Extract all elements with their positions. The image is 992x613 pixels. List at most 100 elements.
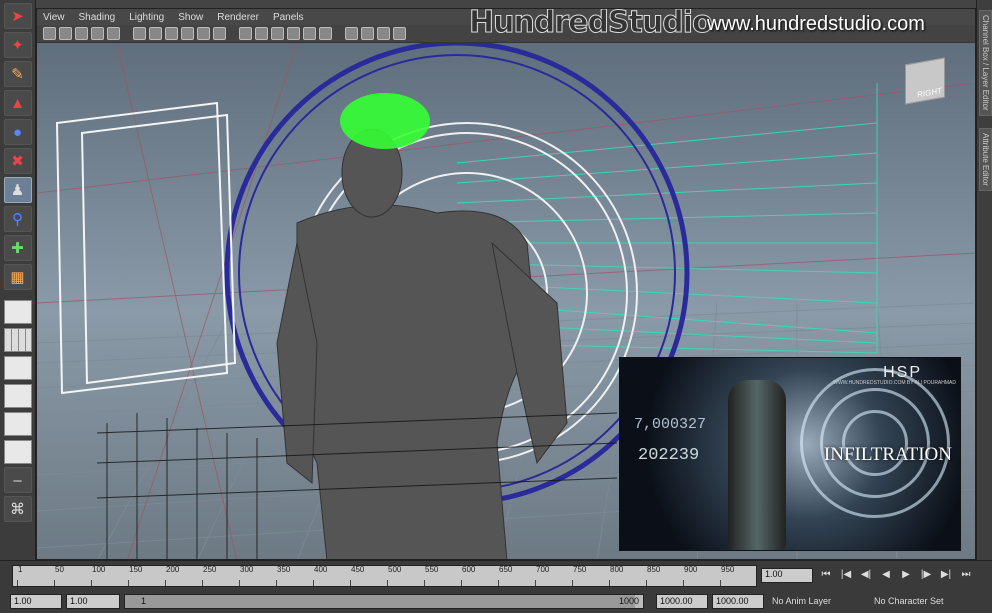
gate-mask-icon[interactable] <box>165 27 178 40</box>
play-forward-icon[interactable]: ▶ <box>898 567 914 583</box>
script-editor-icon[interactable]: ⌘ <box>3 496 32 522</box>
go-to-start-icon[interactable]: ⏮ <box>818 567 834 583</box>
step-forward-key-icon[interactable]: ▶| <box>938 567 954 583</box>
anim-layer-dropdown[interactable]: No Anim Layer <box>768 594 866 609</box>
viewcube[interactable]: RIGHT <box>905 57 945 105</box>
menu-view[interactable]: View <box>43 12 65 23</box>
soft-mod-tool-icon[interactable]: ⚲ <box>3 206 32 232</box>
more-layouts-icon[interactable]: – <box>3 467 32 493</box>
brand-url: www.hundredstudio.com <box>707 13 925 35</box>
paint-tool-icon[interactable]: ✎ <box>3 61 32 87</box>
timeline-tick-mark <box>572 580 573 586</box>
xray-icon[interactable] <box>361 27 374 40</box>
timeline-tick-label: 550 <box>425 565 439 574</box>
menu-show[interactable]: Show <box>178 12 203 23</box>
tab-attribute-editor[interactable]: Attribute Editor <box>979 128 992 191</box>
poster-title: INFILTRATION <box>823 444 952 465</box>
timeline-tick-label: 50 <box>55 565 64 574</box>
menu-lighting[interactable]: Lighting <box>129 12 164 23</box>
playback-controls: ⏮ |◀ ◀| ◀ ▶ |▶ ▶| ⏭ <box>818 567 974 583</box>
character-set-dropdown[interactable]: No Character Set <box>870 594 970 609</box>
menu-shading[interactable]: Shading <box>79 12 116 23</box>
start-time-field[interactable]: 1.00 <box>10 594 62 609</box>
time-ruler[interactable]: 1 50 100 150 200 250 300 350 400 450 500 550 600 650 7… <box>12 565 757 587</box>
grid-toggle-icon[interactable] <box>107 27 120 40</box>
timeline-tick-label: 850 <box>647 565 661 574</box>
timeline-tick-label: 250 <box>203 565 217 574</box>
step-forward-frame-icon[interactable]: |▶ <box>918 567 934 583</box>
anim-layer-label: No Anim Layer <box>772 596 832 606</box>
timeline-tick-mark <box>683 580 684 586</box>
film-gate-icon[interactable] <box>133 27 146 40</box>
current-frame-field[interactable]: 1.00 <box>761 568 813 583</box>
inset-poster: 7,000327 202239 HSP WWW.HUNDREDSTUDIO.CO… <box>619 357 961 551</box>
timeline-tick-label: 450 <box>351 565 365 574</box>
manipulator-tool-icon[interactable]: ♟ <box>3 177 32 203</box>
poster-number-1: 7,000327 <box>634 416 707 433</box>
wireframe-icon[interactable] <box>239 27 252 40</box>
playback-start-field[interactable]: 1.00 <box>66 594 120 609</box>
timeline-tick-mark <box>498 580 499 586</box>
poster-number-2: 202239 <box>638 446 700 465</box>
timeline-tick-mark <box>720 580 721 586</box>
smooth-shade-icon[interactable] <box>255 27 268 40</box>
timeline-tick-label: 650 <box>499 565 513 574</box>
isolate-select-icon[interactable] <box>345 27 358 40</box>
menu-panels[interactable]: Panels <box>273 12 304 23</box>
scale-tool-icon[interactable]: ✖ <box>3 148 32 174</box>
timeline-tick-mark <box>165 580 166 586</box>
select-tool-icon[interactable]: ➤ <box>3 3 32 29</box>
hud-icon[interactable] <box>393 27 406 40</box>
step-back-frame-icon[interactable]: ◀| <box>858 567 874 583</box>
timeline-tick-label: 1 <box>18 565 23 574</box>
textured-icon[interactable] <box>287 27 300 40</box>
timeline-tick-label: 300 <box>240 565 254 574</box>
play-backward-icon[interactable]: ◀ <box>878 567 894 583</box>
safe-title-icon[interactable] <box>213 27 226 40</box>
playback-end-field[interactable]: 1000.00 <box>656 594 708 609</box>
persp-graph-layout-icon[interactable] <box>3 412 32 436</box>
grid-snap-icon[interactable]: ▦ <box>3 264 32 290</box>
bookmark-icon[interactable] <box>75 27 88 40</box>
field-chart-icon[interactable] <box>181 27 194 40</box>
safe-action-icon[interactable] <box>197 27 210 40</box>
timeline-tick-mark <box>535 580 536 586</box>
timeline-tick-label: 900 <box>684 565 698 574</box>
go-to-end-icon[interactable]: ⏭ <box>958 567 974 583</box>
image-plane-icon[interactable] <box>91 27 104 40</box>
xray-joints-icon[interactable] <box>377 27 390 40</box>
single-pane-layout-icon[interactable] <box>3 300 32 324</box>
four-pane-layout-icon[interactable] <box>3 328 32 352</box>
use-all-lights-icon[interactable] <box>303 27 316 40</box>
timeline-tick-mark <box>424 580 425 586</box>
range-slider-handle[interactable] <box>125 595 635 608</box>
resolution-gate-icon[interactable] <box>149 27 162 40</box>
timeline-tick-mark <box>54 580 55 586</box>
camera-attributes-icon[interactable] <box>59 27 72 40</box>
end-time-field[interactable]: 1000.00 <box>712 594 764 609</box>
timeline-tick-mark <box>609 580 610 586</box>
step-back-key-icon[interactable]: |◀ <box>838 567 854 583</box>
camera-select-icon[interactable] <box>43 27 56 40</box>
range-slider-bar[interactable]: 1 1000 <box>124 594 644 609</box>
tab-channel-box[interactable]: Channel Box / Layer Editor <box>979 10 992 116</box>
viewport-panel[interactable]: View Shading Lighting Show Renderer Pane… <box>36 8 976 560</box>
timeline-tick-label: 350 <box>277 565 291 574</box>
graph-editor-layout-icon[interactable] <box>3 384 32 408</box>
move-tool-icon[interactable]: ▲ <box>3 90 32 116</box>
toolbox: ➤ ✦ ✎ ▲ ● ✖ ♟ ⚲ ✚ ▦ – ⌘ <box>0 0 36 560</box>
show-manipulator-icon[interactable]: ✚ <box>3 235 32 261</box>
lasso-tool-icon[interactable]: ✦ <box>3 32 32 58</box>
shadows-icon[interactable] <box>319 27 332 40</box>
wireframe-on-shaded-icon[interactable] <box>271 27 284 40</box>
timeline-tick-label: 500 <box>388 565 402 574</box>
hypershade-layout-icon[interactable] <box>3 440 32 464</box>
brand-logo: HundredStudio <box>469 8 714 41</box>
rotate-tool-icon[interactable]: ● <box>3 119 32 145</box>
viewcube-label: RIGHT <box>917 86 942 100</box>
range-slider-end: 1000 <box>619 596 640 606</box>
time-slider: 1 50 100 150 200 250 300 350 400 450 500 550 600 650 7… <box>0 560 992 590</box>
outliner-layout-icon[interactable] <box>3 356 32 380</box>
menu-renderer[interactable]: Renderer <box>217 12 259 23</box>
timeline-tick-mark <box>128 580 129 586</box>
